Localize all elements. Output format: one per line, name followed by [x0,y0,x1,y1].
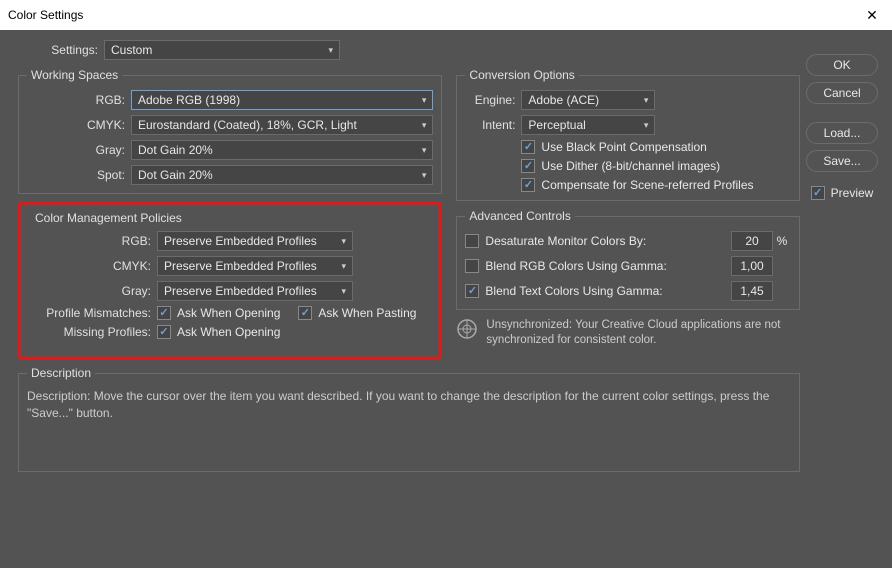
pol-cmyk-select[interactable]: Preserve Embedded Profiles▾ [157,256,353,276]
chevron-down-icon: ▾ [328,45,333,56]
working-spaces-group: Working Spaces RGB: Adobe RGB (1998)▾ CM… [18,68,442,194]
blend-rgb-input[interactable] [731,256,773,276]
unsynchronized-icon [456,318,478,340]
ws-gray-select[interactable]: Dot Gain 20%▾ [131,140,433,160]
advanced-controls-group: Advanced Controls Desaturate Monitor Col… [456,209,800,310]
blend-rgb-checkbox[interactable] [465,259,479,273]
chevron-down-icon: ▾ [422,170,427,181]
cancel-button[interactable]: Cancel [806,82,878,104]
color-management-policies-group: Color Management Policies RGB: Preserve … [27,211,433,339]
chevron-down-icon: ▾ [422,120,427,131]
ask-when-opening-missing-label: Ask When Opening [177,325,280,339]
pol-cmyk-label: CMYK: [27,259,157,273]
ask-when-opening-missing-checkbox[interactable] [157,325,171,339]
ask-when-pasting-checkbox[interactable] [298,306,312,320]
engine-select[interactable]: Adobe (ACE)▾ [521,90,655,110]
pol-gray-label: Gray: [27,284,157,298]
ws-spot-label: Spot: [27,168,131,182]
save-button[interactable]: Save... [806,150,878,172]
ws-spot-select[interactable]: Dot Gain 20%▾ [131,165,433,185]
settings-label: Settings: [18,43,104,57]
chevron-down-icon: ▾ [341,261,346,272]
ws-cmyk-label: CMYK: [27,118,131,132]
desaturate-checkbox[interactable] [465,234,479,248]
desaturate-label: Desaturate Monitor Colors By: [485,234,731,248]
compensate-checkbox[interactable] [521,178,535,192]
sync-status-text: Unsynchronized: Your Creative Cloud appl… [486,318,800,348]
chevron-down-icon: ▾ [341,286,346,297]
description-group: Description Description: Move the cursor… [18,366,800,472]
desaturate-unit: % [773,234,791,248]
settings-select[interactable]: Custom ▾ [104,40,340,60]
chevron-down-icon: ▾ [422,95,427,106]
missing-label: Missing Profiles: [27,325,157,339]
conversion-options-group: Conversion Options Engine: Adobe (ACE)▾ … [456,68,800,201]
titlebar: Color Settings ✕ [0,0,892,30]
engine-label: Engine: [465,93,521,107]
pol-gray-select[interactable]: Preserve Embedded Profiles▾ [157,281,353,301]
chevron-down-icon: ▾ [644,120,649,131]
policies-legend: Color Management Policies [27,211,182,231]
compensate-label: Compensate for Scene-referred Profiles [541,178,753,192]
dither-label: Use Dither (8-bit/channel images) [541,159,720,173]
desaturate-input[interactable] [731,231,773,251]
ws-cmyk-select[interactable]: Eurostandard (Coated), 18%, GCR, Light▾ [131,115,433,135]
description-text: Description: Move the cursor over the it… [27,388,791,422]
ask-when-pasting-label: Ask When Pasting [318,306,416,320]
black-point-checkbox[interactable] [521,140,535,154]
chevron-down-icon: ▾ [644,95,649,106]
ws-rgb-select[interactable]: Adobe RGB (1998)▾ [131,90,433,110]
black-point-label: Use Black Point Compensation [541,140,706,154]
ask-when-opening-mismatch-checkbox[interactable] [157,306,171,320]
advanced-legend: Advanced Controls [465,209,574,223]
blend-text-input[interactable] [731,281,773,301]
preview-checkbox[interactable] [811,186,825,200]
ok-button[interactable]: OK [806,54,878,76]
preview-label: Preview [831,186,874,200]
close-icon[interactable]: ✕ [860,7,884,24]
pol-rgb-label: RGB: [27,234,157,248]
policies-highlight: Color Management Policies RGB: Preserve … [18,202,442,360]
blend-rgb-label: Blend RGB Colors Using Gamma: [485,259,731,273]
ws-gray-label: Gray: [27,143,131,157]
load-button[interactable]: Load... [806,122,878,144]
description-legend: Description [27,366,95,380]
working-spaces-legend: Working Spaces [27,68,122,82]
ws-rgb-label: RGB: [27,93,131,107]
dither-checkbox[interactable] [521,159,535,173]
conversion-legend: Conversion Options [465,68,578,82]
mismatches-label: Profile Mismatches: [27,306,157,320]
blend-text-checkbox[interactable] [465,284,479,298]
blend-text-label: Blend Text Colors Using Gamma: [485,284,731,298]
pol-rgb-select[interactable]: Preserve Embedded Profiles▾ [157,231,353,251]
chevron-down-icon: ▾ [422,145,427,156]
intent-label: Intent: [465,118,521,132]
window-title: Color Settings [8,8,860,22]
ask-when-opening-mismatch-label: Ask When Opening [177,306,280,320]
intent-select[interactable]: Perceptual▾ [521,115,655,135]
chevron-down-icon: ▾ [341,236,346,247]
